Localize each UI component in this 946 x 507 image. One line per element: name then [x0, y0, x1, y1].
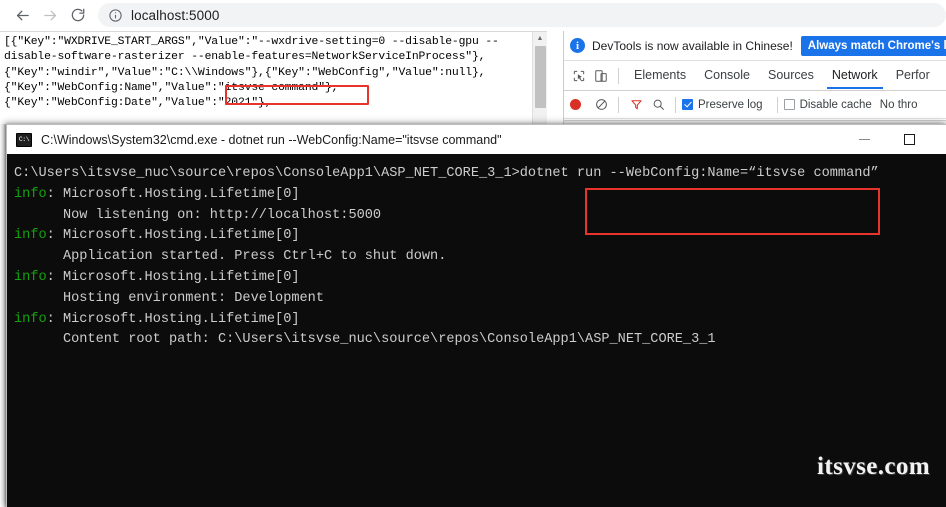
cmd-console-icon: C:\	[16, 132, 32, 147]
console-text-run: : Microsoft.Hosting.Lifetime[0]	[46, 186, 300, 202]
filter-funnel-icon[interactable]	[625, 94, 647, 116]
console-line: C:\Users\itsvse_nuc\source\repos\Console…	[14, 164, 879, 185]
json-line: {"Key":"windir","Value":"C:\\Windows"},{…	[4, 66, 486, 79]
log-level-info: info	[14, 269, 47, 285]
inspect-element-icon[interactable]	[568, 65, 590, 87]
devtools-tabbar: Elements Console Sources Network Perfor	[564, 61, 946, 91]
network-toolbar: Preserve log Disable cache No thro	[564, 91, 946, 119]
disable-cache-label: Disable cache	[799, 98, 872, 111]
devtools-language-banner: i DevTools is now available in Chinese! …	[564, 31, 946, 61]
tab-network[interactable]: Network	[823, 62, 887, 89]
browser-toolbar: localhost:5000	[0, 0, 946, 30]
disable-cache-checkbox[interactable]	[783, 99, 795, 110]
tab-performance[interactable]: Perfor	[887, 62, 939, 89]
console-text-run: Application started. Press Ctrl+C to shu…	[14, 249, 447, 265]
maximize-button[interactable]	[887, 125, 932, 154]
devtools-banner-message: DevTools is now available in Chinese!	[592, 38, 793, 53]
tab-console[interactable]: Console	[695, 62, 759, 89]
cmd-titlebar[interactable]: C:\ C:\Windows\System32\cmd.exe - dotnet…	[7, 125, 946, 154]
throttling-selector[interactable]: No thro	[880, 99, 918, 111]
match-chrome-language-button[interactable]: Always match Chrome's lang	[800, 35, 946, 56]
console-line: Content root path: C:\Users\itsvse_nuc\s…	[14, 330, 879, 351]
console-line: Now listening on: http://localhost:5000	[14, 206, 879, 227]
cmd-window-controls	[842, 125, 932, 154]
console-text-run: Content root path: C:\Users\itsvse_nuc\s…	[14, 332, 716, 348]
console-line: info: Microsoft.Hosting.Lifetime[0]	[14, 226, 879, 247]
json-line: {"Key":"WebConfig:Name","Value":"itsvse …	[4, 81, 339, 94]
json-line: disable-software-rasterizer --enable-fea…	[4, 51, 486, 64]
console-text-run: : Microsoft.Hosting.Lifetime[0]	[46, 269, 300, 285]
console-text-run: Hosting environment: Development	[14, 290, 324, 306]
console-line: info: Microsoft.Hosting.Lifetime[0]	[14, 268, 879, 289]
preserve-log-label: Preserve log	[698, 98, 763, 111]
tab-sources[interactable]: Sources	[759, 62, 823, 89]
page-scrollbar[interactable]: ▲	[532, 32, 547, 131]
site-info-icon[interactable]	[108, 8, 123, 23]
tab-elements[interactable]: Elements	[625, 62, 695, 89]
console-line: Application started. Press Ctrl+C to shu…	[14, 247, 879, 268]
page-content-area: [{"Key":"WXDRIVE_START_ARGS","Value":"--…	[0, 31, 547, 131]
search-magnifier-icon[interactable]	[647, 94, 669, 116]
back-arrow-icon[interactable]	[8, 1, 36, 29]
devtools-panel: i DevTools is now available in Chinese! …	[563, 31, 946, 129]
address-bar[interactable]: localhost:5000	[98, 3, 946, 27]
toolbar-divider	[776, 96, 778, 113]
toolbar-divider	[618, 96, 619, 113]
record-button-icon[interactable]	[570, 99, 581, 110]
console-text-run: C:\Users\itsvse_nuc\source\repos\Console…	[14, 166, 879, 181]
console-text-run: : Microsoft.Hosting.Lifetime[0]	[46, 228, 300, 244]
cmd-console-output[interactable]: C:\Users\itsvse_nuc\source\repos\Console…	[7, 154, 946, 507]
console-line: Hosting environment: Development	[14, 289, 879, 310]
toolbar-divider	[618, 67, 619, 84]
forward-arrow-icon[interactable]	[36, 1, 64, 29]
clear-network-log-icon[interactable]	[590, 94, 612, 116]
json-line: [{"Key":"WXDRIVE_START_ARGS","Value":"--…	[4, 36, 499, 48]
console-line: info: Microsoft.Hosting.Lifetime[0]	[14, 185, 879, 206]
scroll-up-arrow-icon[interactable]: ▲	[533, 32, 547, 45]
cmd-window-title: C:\Windows\System32\cmd.exe - dotnet run…	[41, 132, 502, 147]
address-bar-url: localhost:5000	[131, 7, 220, 23]
device-toolbar-icon[interactable]	[590, 65, 612, 87]
log-level-info: info	[14, 228, 47, 244]
info-badge-icon: i	[570, 38, 585, 53]
toolbar-divider	[675, 96, 676, 113]
log-level-info: info	[14, 186, 47, 202]
scrollbar-thumb[interactable]	[535, 46, 546, 108]
json-response-text: [{"Key":"WXDRIVE_START_ARGS","Value":"--…	[4, 35, 499, 111]
minimize-button[interactable]	[842, 125, 887, 154]
reload-icon[interactable]	[64, 1, 92, 29]
preserve-log-checkbox[interactable]	[682, 99, 693, 110]
console-text-run: Now listening on: http://localhost:5000	[14, 207, 382, 223]
log-level-info: info	[14, 311, 47, 327]
console-line: info: Microsoft.Hosting.Lifetime[0]	[14, 310, 879, 331]
json-line: {"Key":"WebConfig:Date","Value":"2021"},	[4, 97, 272, 110]
console-text-run: : Microsoft.Hosting.Lifetime[0]	[46, 311, 300, 327]
console-text: C:\Users\itsvse_nuc\source\repos\Console…	[14, 164, 879, 351]
cmd-window: C:\ C:\Windows\System32\cmd.exe - dotnet…	[6, 124, 946, 507]
site-watermark: itsvse.com	[817, 453, 930, 480]
